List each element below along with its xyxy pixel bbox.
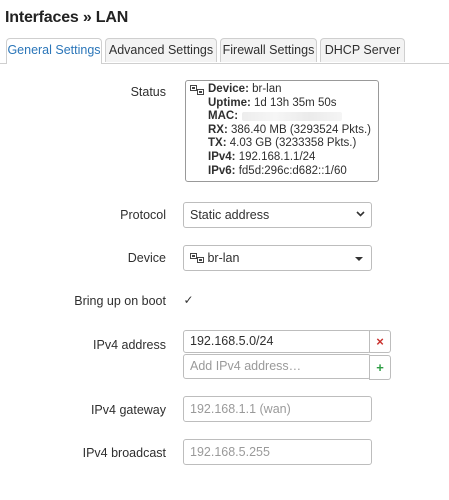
uptime-value: 1d 13h 35m 50s	[254, 96, 337, 109]
tab-advanced-settings[interactable]: Advanced Settings	[105, 38, 217, 62]
protocol-select[interactable]: Static address	[183, 202, 372, 228]
tx-key: TX:	[208, 137, 227, 150]
rx-value: 386.40 MB (3293524 Pkts.)	[231, 123, 372, 136]
device-dropdown-value: br-lan	[207, 251, 240, 265]
protocol-label: Protocol	[120, 208, 166, 222]
chevron-down-icon	[356, 203, 365, 227]
tab-bar: General Settings Advanced Settings Firew…	[0, 38, 449, 64]
tab-general-settings[interactable]: General Settings	[6, 38, 102, 64]
caret-down-icon	[355, 257, 363, 261]
ipv4-value: 192.168.1.1/24	[238, 150, 316, 163]
status-panel: Device: br-lan Uptime: 1d 13h 35m 50s MA…	[185, 80, 379, 182]
uptime-key: Uptime:	[208, 96, 251, 109]
mac-key: MAC:	[208, 110, 239, 123]
network-device-icon	[190, 251, 207, 265]
ipv4-broadcast-input[interactable]: 192.168.5.255	[183, 439, 372, 465]
ipv4-key: IPv4:	[208, 150, 236, 163]
status-label: Status	[130, 85, 166, 99]
add-ipv4-address-input[interactable]: Add IPv4 address…	[183, 354, 371, 379]
device-value: br-lan	[252, 83, 282, 95]
rx-key: RX:	[208, 123, 228, 136]
device-key: Device:	[208, 83, 249, 95]
ipv4-broadcast-label: IPv4 broadcast	[82, 446, 166, 460]
protocol-value: Static address	[190, 208, 270, 222]
ipv6-key: IPv6:	[208, 164, 236, 177]
ipv4-gateway-label: IPv4 gateway	[90, 403, 166, 417]
ipv4-address-entry[interactable]: 192.168.5.0/24	[183, 330, 371, 353]
bring-up-on-boot-label: Bring up on boot	[74, 294, 166, 308]
tab-dhcp-server[interactable]: DHCP Server	[320, 38, 405, 62]
bring-up-on-boot-checkbox[interactable]: ✓	[181, 293, 196, 308]
remove-ipv4-button[interactable]: ×	[369, 330, 391, 353]
page-title: Interfaces » LAN	[5, 9, 129, 26]
mac-redacted	[242, 111, 343, 121]
device-label: Device	[127, 251, 166, 265]
ipv6-value: fd5d:296c:d682::1/60	[238, 164, 347, 177]
tab-firewall-settings[interactable]: Firewall Settings	[220, 38, 317, 62]
add-ipv4-button[interactable]: +	[369, 355, 391, 380]
ipv4-address-value: 192.168.5.0/24	[190, 334, 274, 348]
ipv4-gateway-input[interactable]: 192.168.1.1 (wan)	[183, 396, 372, 422]
ipv4-address-label: IPv4 address	[93, 338, 166, 352]
network-device-icon	[190, 85, 204, 96]
tx-value: 4.03 GB (3233358 Pkts.)	[229, 137, 357, 150]
device-dropdown[interactable]: br-lan	[183, 245, 372, 271]
